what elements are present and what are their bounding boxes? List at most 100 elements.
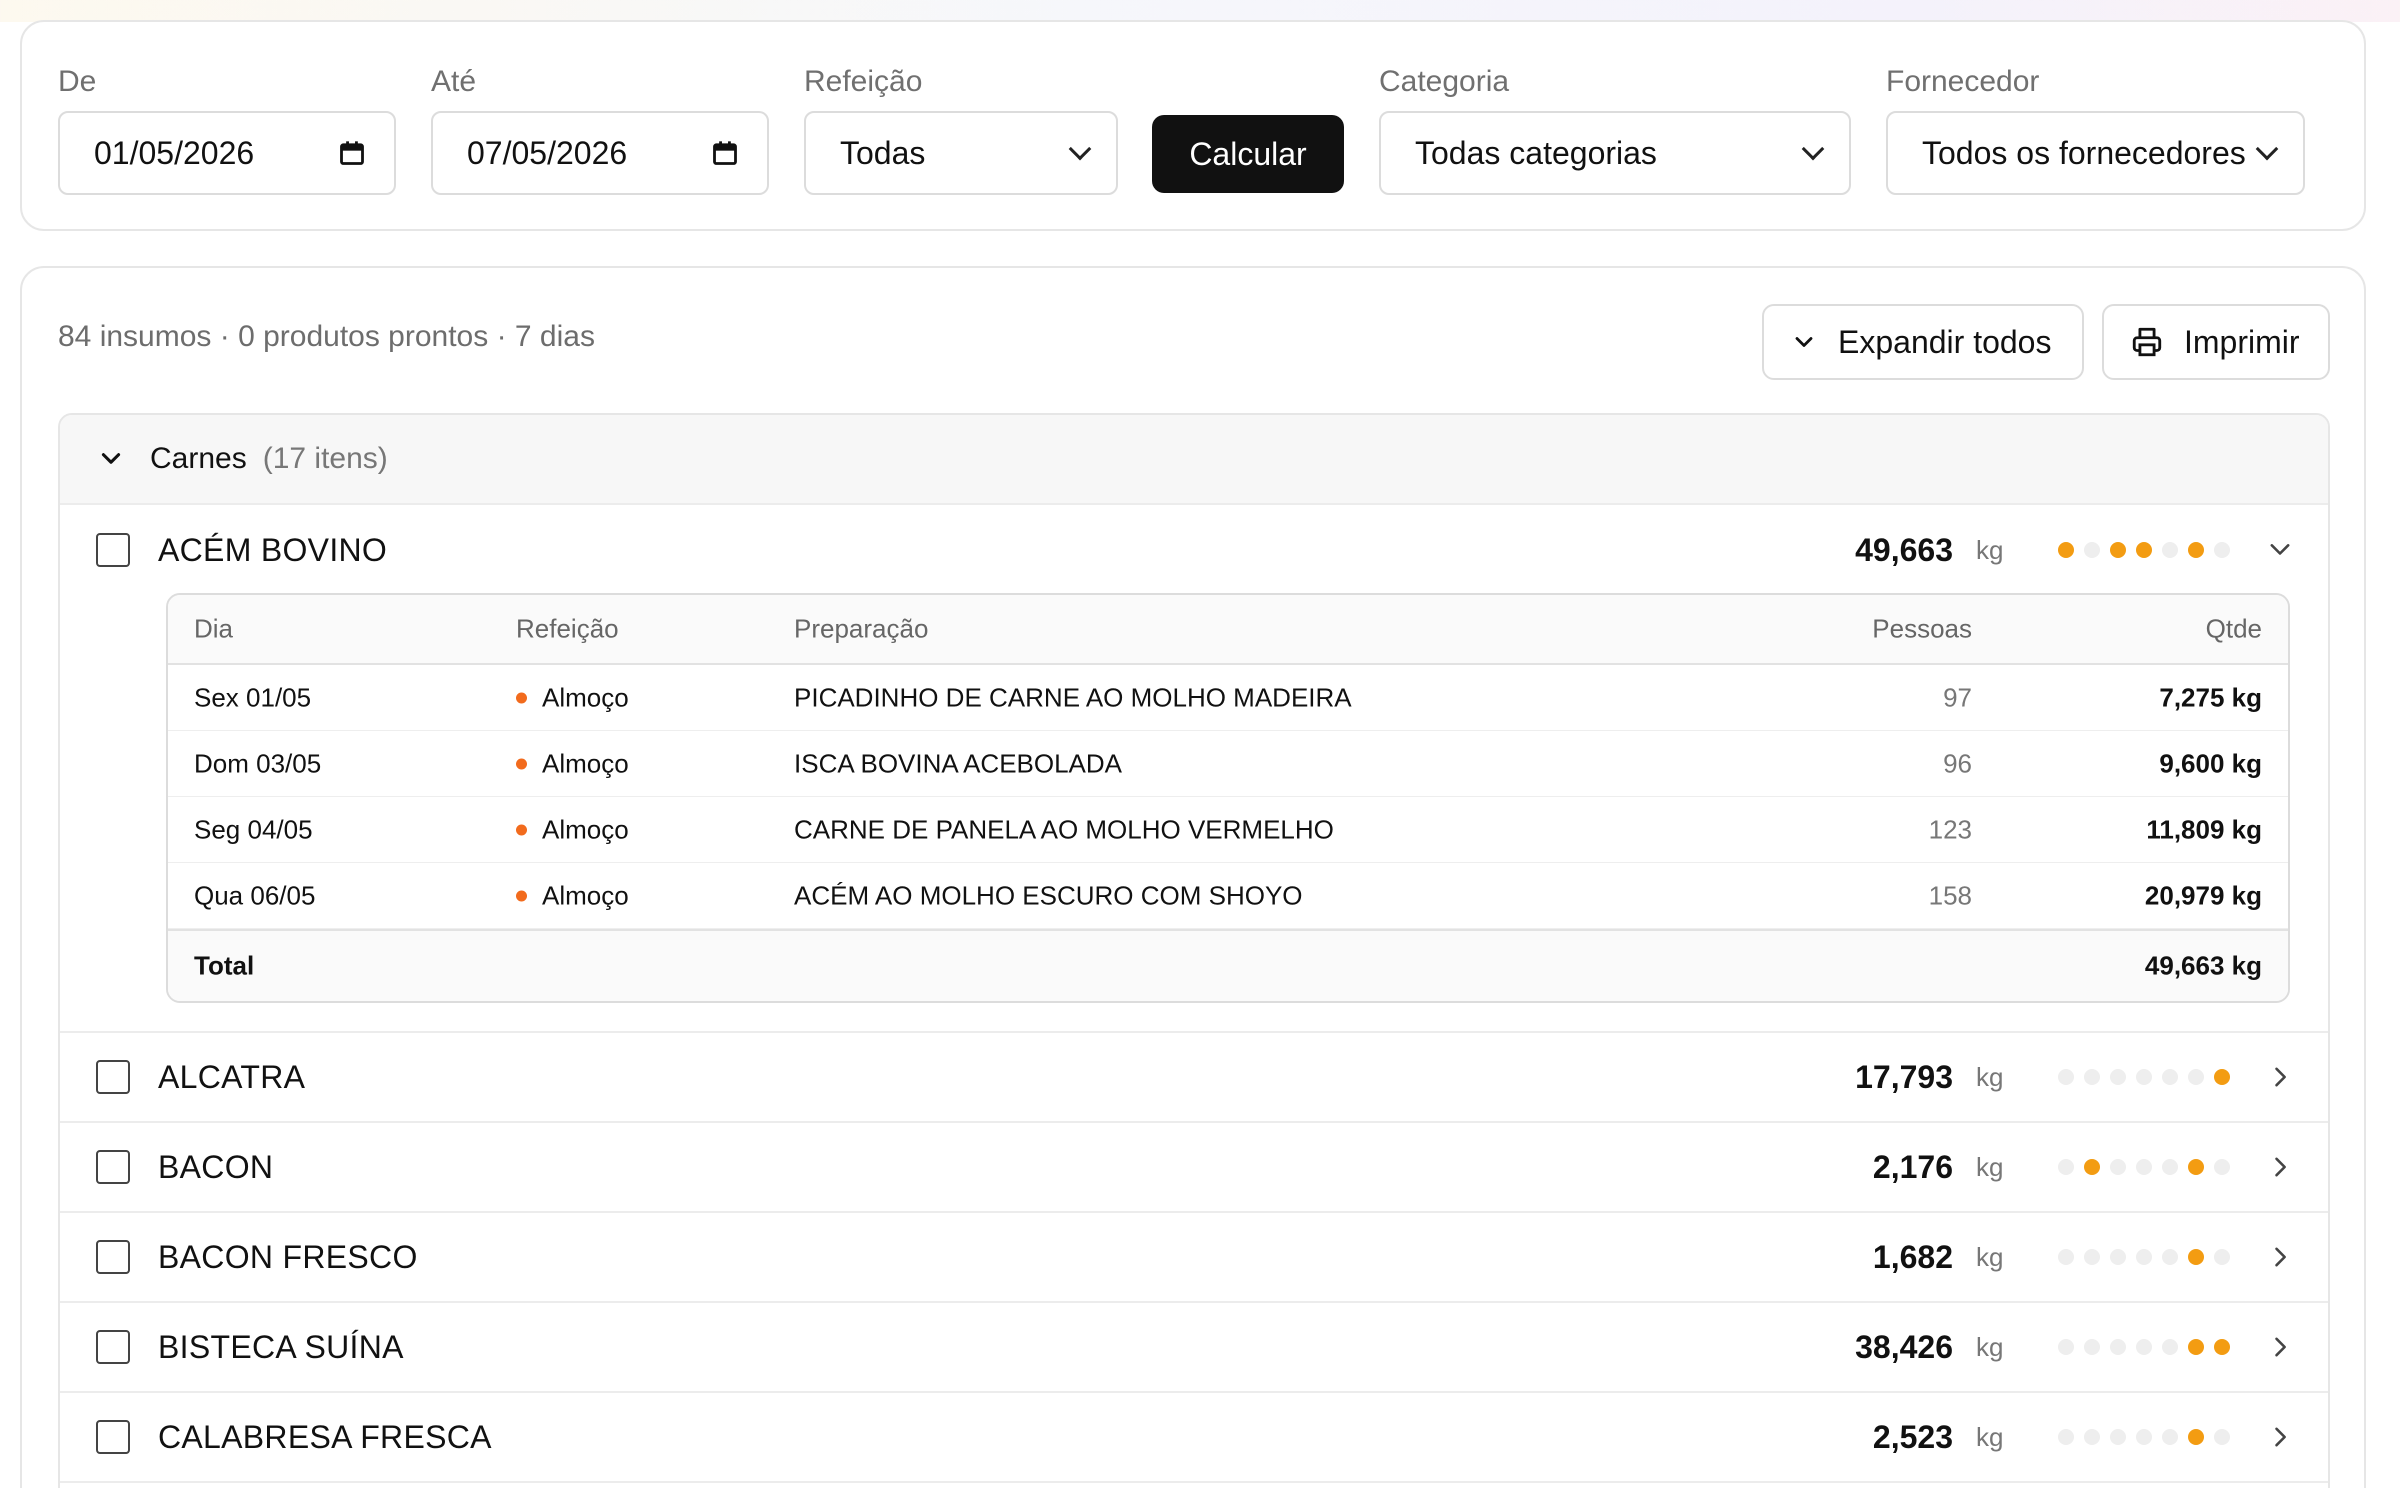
day-dots (2058, 1249, 2230, 1265)
detail-row: Qua 06/05 Almoço ACÉM AO MOLHO ESCURO CO… (168, 863, 2288, 929)
day-dots (2058, 1159, 2230, 1175)
meal-select[interactable]: Todas (804, 111, 1118, 195)
day-dot-inactive (2110, 1159, 2126, 1175)
item-row[interactable]: ACÉM BOVINO 49,663 kg (60, 505, 2328, 595)
chevron-down-icon (1068, 137, 1092, 161)
item-quantity: 17,793 (1855, 1058, 1953, 1095)
day-dot-inactive (2084, 1339, 2100, 1355)
day-dot-active (2214, 1339, 2230, 1355)
item-row[interactable]: BACON FRESCO 1,682 kg (60, 1213, 2328, 1303)
calendar-icon[interactable] (711, 139, 739, 167)
chevron-right-icon[interactable] (2266, 1153, 2294, 1181)
day-dot-inactive (2084, 1249, 2100, 1265)
item-name: ACÉM BOVINO (158, 531, 388, 568)
date-from-input[interactable]: 01/05/2026 (58, 111, 396, 195)
day-dot-inactive (2214, 1249, 2230, 1265)
detail-dia: Qua 06/05 (194, 880, 316, 910)
item-checkbox[interactable] (96, 533, 130, 567)
filter-fornecedor-label: Fornecedor (1886, 65, 2040, 98)
item-checkbox[interactable] (96, 1240, 130, 1274)
chevron-right-icon[interactable] (2266, 1333, 2294, 1361)
day-dot-inactive (2162, 1069, 2178, 1085)
day-dots (2058, 1069, 2230, 1085)
category-count: (17 itens) (262, 442, 388, 475)
calculate-button[interactable]: Calcular (1152, 115, 1344, 193)
detail-row: Seg 04/05 Almoço CARNE DE PANELA AO MOLH… (168, 797, 2288, 863)
detail-refeicao: Almoço (516, 682, 629, 713)
chevron-right-icon[interactable] (2266, 1063, 2294, 1091)
item-checkbox[interactable] (96, 1060, 130, 1094)
date-to-input[interactable]: 07/05/2026 (431, 111, 769, 195)
item-checkbox[interactable] (96, 1330, 130, 1364)
item-checkbox[interactable] (96, 1150, 130, 1184)
day-dot-inactive (2058, 1429, 2074, 1445)
chevron-right-icon[interactable] (2266, 1243, 2294, 1271)
detail-pessoas: 158 (1928, 880, 1972, 910)
supplier-select[interactable]: Todos os fornecedores (1886, 111, 2305, 195)
meal-select-value: Todas (840, 134, 926, 171)
detail-total-row: Total 49,663 kg (168, 929, 2288, 1001)
detail-pessoas: 97 (1943, 682, 1972, 712)
printer-icon (2132, 327, 2162, 357)
item-row[interactable]: BISTECA SUÍNA 38,426 kg (60, 1303, 2328, 1393)
detail-pessoas: 123 (1928, 814, 1972, 844)
day-dots (2058, 1429, 2230, 1445)
day-dot-inactive (2136, 1429, 2152, 1445)
day-dot-inactive (2084, 542, 2100, 558)
chevron-down-icon (2255, 137, 2279, 161)
header-dia: Dia (194, 613, 234, 644)
results-card: 84 insumos · 0 produtos prontos · 7 dias… (20, 266, 2366, 1488)
day-dot-inactive (2162, 542, 2178, 558)
meal-dot (516, 824, 527, 835)
detail-refeicao-label: Almoço (542, 880, 629, 910)
day-dot-active (2188, 1249, 2204, 1265)
total-value: 49,663 kg (2144, 950, 2262, 981)
day-dots (2058, 1339, 2230, 1355)
item-row[interactable]: CALABRESA FRESCA 2,523 kg (60, 1393, 2328, 1483)
item-name: CALABRESA FRESCA (158, 1418, 492, 1455)
item-checkbox[interactable] (96, 1420, 130, 1454)
item-name: BISTECA SUÍNA (158, 1328, 404, 1365)
detail-pessoas: 96 (1943, 748, 1972, 778)
day-dot-inactive (2058, 1339, 2074, 1355)
day-dot-active (2188, 1429, 2204, 1445)
detail-refeicao-label: Almoço (542, 682, 629, 712)
expand-all-label: Expandir todos (1838, 323, 2052, 360)
expand-all-button[interactable]: Expandir todos (1762, 304, 2084, 380)
day-dot-inactive (2110, 1249, 2126, 1265)
category-select[interactable]: Todas categorias (1379, 111, 1851, 195)
detail-rows: Sex 01/05 Almoço PICADINHO DE CARNE AO M… (168, 665, 2288, 929)
meal-dot (516, 758, 527, 769)
detail-preparacao: PICADINHO DE CARNE AO MOLHO MADEIRA (794, 682, 1352, 712)
calendar-icon[interactable] (338, 139, 366, 167)
chevron-down-icon[interactable] (2266, 536, 2294, 564)
day-dot-inactive (2214, 542, 2230, 558)
filter-ate: Até (431, 62, 476, 102)
detail-qtde: 7,275 kg (2159, 682, 2262, 712)
category-header[interactable]: Carnes (17 itens) (60, 415, 2328, 505)
detail-row: Dom 03/05 Almoço ISCA BOVINA ACEBOLADA 9… (168, 731, 2288, 797)
day-dot-inactive (2136, 1159, 2152, 1175)
item-row[interactable]: BACON 2,176 kg (60, 1123, 2328, 1213)
day-dot-inactive (2214, 1159, 2230, 1175)
item-quantity: 38,426 (1855, 1328, 1953, 1365)
day-dot-inactive (2214, 1429, 2230, 1445)
day-dot-active (2188, 1339, 2204, 1355)
detail-refeicao-label: Almoço (542, 814, 629, 844)
chevron-right-icon[interactable] (2266, 1423, 2294, 1451)
filter-categoria-label: Categoria (1379, 65, 1510, 98)
day-dot-inactive (2136, 1249, 2152, 1265)
day-dot-inactive (2058, 1249, 2074, 1265)
item-unit: kg (1976, 534, 2004, 565)
day-dot-inactive (2110, 1339, 2126, 1355)
item-unit: kg (1976, 1331, 2004, 1362)
chevron-down-icon (1801, 137, 1825, 161)
day-dot-inactive (2110, 1069, 2126, 1085)
item-row[interactable]: ALCATRA 17,793 kg (60, 1033, 2328, 1123)
print-button[interactable]: Imprimir (2102, 304, 2330, 380)
day-dot-active (2058, 542, 2074, 558)
item-unit: kg (1976, 1421, 2004, 1452)
detail-preparacao: ACÉM AO MOLHO ESCURO COM SHOYO (794, 880, 1303, 910)
day-dot-inactive (2162, 1339, 2178, 1355)
day-dot-inactive (2136, 1069, 2152, 1085)
